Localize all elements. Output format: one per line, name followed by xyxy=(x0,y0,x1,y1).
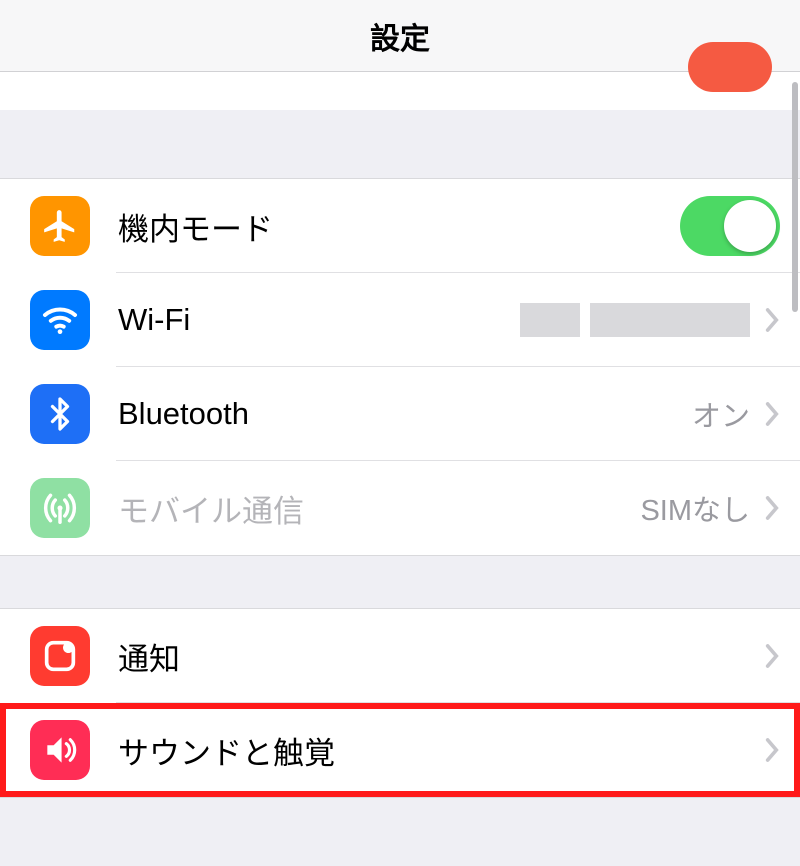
settings-group-connectivity: 機内モード Wi-Fi Bluetooth オン モバイル xyxy=(0,178,800,556)
airplane-toggle[interactable] xyxy=(680,196,780,256)
chevron-right-icon xyxy=(764,643,780,669)
notifications-icon xyxy=(30,626,90,686)
row-cellular[interactable]: モバイル通信 SIMなし xyxy=(0,461,800,555)
row-wifi[interactable]: Wi-Fi xyxy=(0,273,800,367)
airplane-label: 機内モード xyxy=(118,204,680,249)
cellular-value: SIMなし xyxy=(640,487,750,529)
row-notifications[interactable]: 通知 xyxy=(0,609,800,703)
cellular-label: モバイル通信 xyxy=(118,486,640,531)
partial-previous-row xyxy=(0,72,800,110)
sound-icon xyxy=(30,720,90,780)
bluetooth-value: オン xyxy=(692,393,750,435)
row-airplane-mode[interactable]: 機内モード xyxy=(0,179,800,273)
notifications-label: 通知 xyxy=(118,634,764,679)
page-title: 設定 xyxy=(370,14,430,58)
group-separator xyxy=(0,556,800,608)
header: 設定 xyxy=(0,0,800,72)
scrollbar[interactable] xyxy=(792,82,798,312)
partial-toggle-icon xyxy=(688,42,772,92)
settings-group-system: 通知 サウンドと触覚 xyxy=(0,608,800,798)
cellular-icon xyxy=(30,478,90,538)
row-sounds-haptics[interactable]: サウンドと触覚 xyxy=(0,703,800,797)
wifi-icon xyxy=(30,290,90,350)
sounds-label: サウンドと触覚 xyxy=(118,728,764,773)
airplane-icon xyxy=(30,196,90,256)
row-bluetooth[interactable]: Bluetooth オン xyxy=(0,367,800,461)
wifi-label: Wi-Fi xyxy=(118,302,520,338)
chevron-right-icon xyxy=(764,495,780,521)
chevron-right-icon xyxy=(764,737,780,763)
chevron-right-icon xyxy=(764,307,780,333)
group-separator xyxy=(0,110,800,178)
bluetooth-label: Bluetooth xyxy=(118,396,692,432)
wifi-value-redacted xyxy=(520,303,750,337)
chevron-right-icon xyxy=(764,401,780,427)
bluetooth-icon xyxy=(30,384,90,444)
toggle-knob xyxy=(724,200,776,252)
